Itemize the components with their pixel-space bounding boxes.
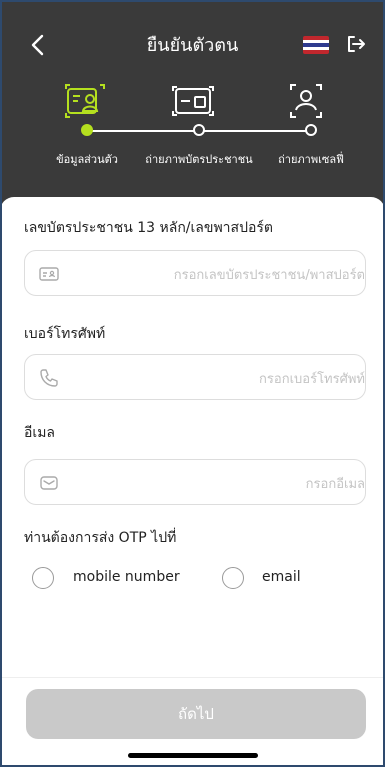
header: ยืนยันตัวตน ข้อมูลส่วนตัว ถ่ายภาพบัตรประ…	[0, 0, 385, 205]
id-card-icon	[39, 267, 59, 281]
email-input[interactable]: กรอกอีเมล	[24, 459, 366, 505]
step-dot-active	[81, 124, 93, 136]
step-label-selfie: ถ่ายภาพเซลฟี่	[278, 153, 344, 166]
otp-destination-label: ท่านต้องการส่ง OTP ไปที่	[24, 530, 177, 546]
radio-mobile-number-label[interactable]: mobile number	[73, 569, 180, 585]
phone-icon	[40, 369, 58, 387]
radio-mobile-number[interactable]	[32, 567, 54, 589]
footer-divider	[0, 677, 385, 678]
email-label: อีเมล	[24, 425, 56, 441]
radio-email-label[interactable]: email	[262, 569, 301, 585]
id-number-placeholder: กรอกเลขบัตรประชาชน/พาสปอร์ต	[173, 268, 365, 283]
id-number-input[interactable]: กรอกเลขบัตรประชาชน/พาสปอร์ต	[24, 250, 366, 296]
thai-flag-icon[interactable]	[303, 36, 329, 54]
step-label-id-card: ถ่ายภาพบัตรประชาชน	[145, 153, 253, 166]
logout-icon[interactable]	[345, 33, 367, 55]
phone-input[interactable]: กรอกเบอร์โทรศัพท์	[24, 354, 366, 400]
otp-options: mobile number email	[24, 565, 364, 595]
email-placeholder: กรอกอีเมล	[305, 477, 365, 492]
phone-label: เบอร์โทรศัพท์	[24, 326, 106, 342]
form-card: เลขบัตรประชาชน 13 หลัก/เลขพาสปอร์ต กรอกเ…	[0, 197, 385, 767]
step-dot	[305, 124, 317, 136]
personal-info-icon	[65, 84, 105, 118]
id-card-icon	[172, 86, 214, 116]
phone-placeholder: กรอกเบอร์โทรศัพท์	[259, 372, 365, 387]
id-number-label: เลขบัตรประชาชน 13 หลัก/เลขพาสปอร์ต	[24, 220, 273, 236]
step-dot	[193, 124, 205, 136]
selfie-icon	[290, 84, 322, 118]
step-label-personal-info: ข้อมูลส่วนตัว	[56, 153, 118, 166]
mail-icon	[40, 476, 58, 490]
home-indicator	[128, 753, 258, 758]
radio-email[interactable]	[222, 567, 244, 589]
progress-stepper: ข้อมูลส่วนตัว ถ่ายภาพบัตรประชาชน ถ่ายภาพ…	[0, 82, 385, 172]
next-button[interactable]: ถัดไป	[26, 689, 366, 739]
